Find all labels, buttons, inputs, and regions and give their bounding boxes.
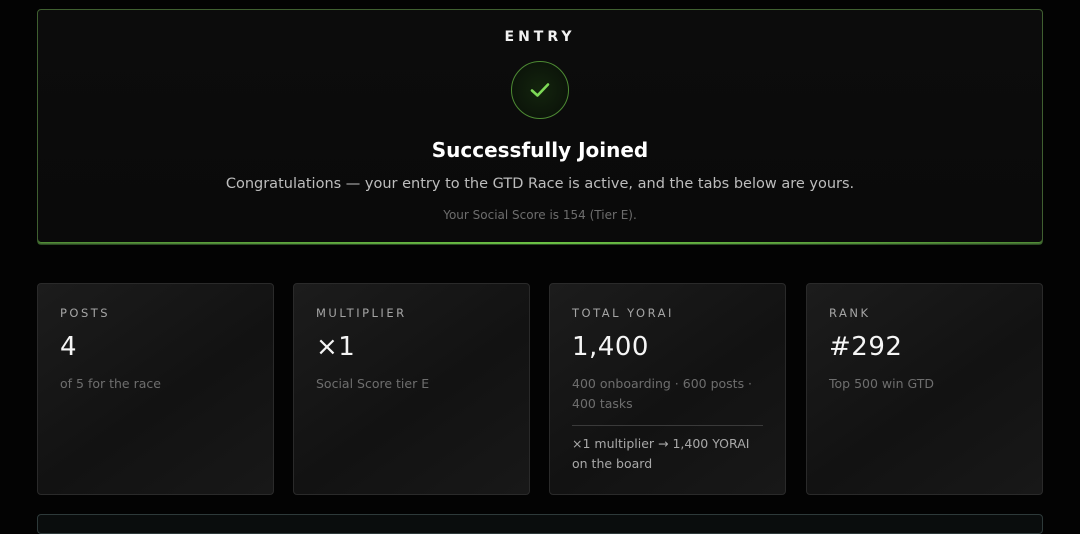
stat-extra-text: ×1 multiplier → 1,400 YORAI on the board: [572, 436, 750, 471]
entry-card: ENTRY Successfully Joined Congratulation…: [37, 9, 1043, 244]
stat-card-total-yorai: TOTAL YORAI 1,400 400 onboarding · 600 p…: [549, 283, 786, 495]
stat-divider: [572, 425, 763, 426]
stat-subtext: of 5 for the race: [60, 376, 161, 391]
success-title: Successfully Joined: [431, 138, 649, 162]
stat-subtext: 400 onboarding · 600 posts · 400 tasks: [572, 376, 753, 411]
stat-card-rank: RANK #292 Top 500 win GTD: [806, 283, 1043, 495]
entry-heading: ENTRY: [504, 29, 576, 45]
success-message: Congratulations — your entry to the GTD …: [225, 176, 855, 192]
stat-card-posts: POSTS 4 of 5 for the race: [37, 283, 274, 495]
stat-label: MULTIPLIER: [316, 306, 407, 320]
stat-value: 4: [60, 332, 78, 362]
stat-label: POSTS: [60, 306, 111, 320]
stat-subtext: Top 500 win GTD: [829, 376, 934, 391]
stat-value: ×1: [316, 332, 356, 362]
social-score-note: Your Social Score is 154 (Tier E).: [443, 208, 637, 222]
next-section-card: [37, 514, 1043, 534]
stat-value: 1,400: [572, 332, 649, 362]
stat-card-multiplier: MULTIPLIER ×1 Social Score tier E: [293, 283, 530, 495]
stat-label: RANK: [829, 306, 871, 320]
stat-label: TOTAL YORAI: [572, 306, 674, 320]
stat-subtext: Social Score tier E: [316, 376, 430, 391]
check-icon: [530, 83, 550, 97]
success-badge: [511, 61, 569, 119]
stat-value: #292: [829, 332, 903, 362]
